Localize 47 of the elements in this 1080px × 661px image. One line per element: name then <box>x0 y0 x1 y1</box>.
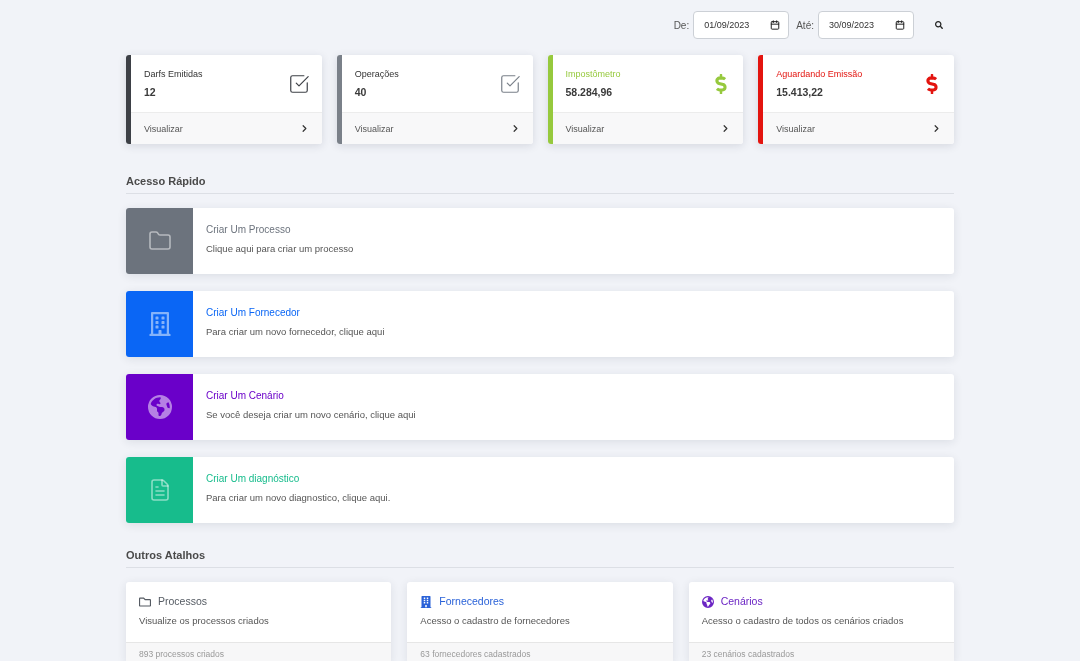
section-title: Acesso Rápido <box>126 175 206 188</box>
count-text: 893 processos criados <box>139 649 225 659</box>
checkbox-icon <box>287 72 310 95</box>
date-field[interactable]: 01/09/2023 <box>693 11 790 39</box>
view-link[interactable]: Visualizar <box>763 112 954 144</box>
shortcut-card[interactable]: Fornecedores Acesso o cadastro de fornecedores 63 fornecedores cadastrados <box>407 582 673 661</box>
stat-title: Impostômetro <box>565 69 621 80</box>
card-title: Cenários <box>720 595 763 608</box>
stat-title: Operações <box>354 69 399 80</box>
stat-value: 58.284,96 <box>565 86 613 98</box>
view-link[interactable]: Visualizar <box>552 112 744 144</box>
card-title: Processos <box>158 595 208 608</box>
quick-access-card[interactable]: Criar Um Processo Clique aqui para criar um processo <box>126 208 954 274</box>
shortcut-card[interactable]: Cenários Acesso o cadastro de todos os cenários criados 23 cenários cadastrados <box>688 582 954 661</box>
calendar-icon[interactable] <box>895 20 905 30</box>
quick-access-card[interactable]: Criar Um Cenário Se você deseja criar um novo cenário, clique aqui <box>126 374 954 440</box>
date-field[interactable]: 30/09/2023 <box>818 11 914 39</box>
shortcut-card[interactable]: Processos Visualize os processos criados 893 processos criados <box>126 582 392 661</box>
card-title: Criar Um Cenário <box>206 388 284 402</box>
view-link[interactable]: Visualizar <box>341 112 533 144</box>
card-title: Fornecedores <box>439 595 505 608</box>
date-label: Até: <box>796 19 814 31</box>
card-description: Acesso o cadastro de fornecedores <box>420 615 570 626</box>
section-title: Outros Atalhos <box>126 549 206 562</box>
stat-title: Aguardando Emissão <box>776 69 863 80</box>
card-title: Criar Um Fornecedor <box>206 305 300 319</box>
view-link[interactable]: Visualizar <box>131 112 322 144</box>
card-description: Visualize os processos criados <box>139 615 269 626</box>
count-text: 63 fornecedores cadastrados <box>420 649 531 659</box>
card-description: Acesso o cadastro de todos os cenários criados <box>701 615 904 626</box>
quick-access-card[interactable]: Criar Um diagnóstico Para criar um novo diagnostico, clique aqui. <box>126 457 954 523</box>
checkbox-icon <box>498 72 521 95</box>
card-description: Para criar um novo fornecedor, clique aqui <box>206 325 385 337</box>
stat-value: 12 <box>144 86 156 98</box>
card-title: Criar Um diagnóstico <box>206 471 300 485</box>
stat-title: Darfs Emitidas <box>144 69 203 80</box>
card-description: Clique aqui para criar um processo <box>206 242 354 254</box>
quick-access-card[interactable]: Criar Um Fornecedor Para criar um novo fornecedor, clique aqui <box>126 291 954 357</box>
card-description: Se você deseja criar um novo cenário, clique aqui <box>206 408 416 420</box>
stat-value: 40 <box>354 86 367 98</box>
stat-value: 15.413,22 <box>776 86 823 98</box>
date-label: De: <box>673 19 690 31</box>
card-title: Criar Um Processo <box>206 222 291 236</box>
search-icon <box>935 21 943 29</box>
count-text: 23 cenários cadastrados <box>701 649 795 659</box>
card-description: Para criar um novo diagnostico, clique aqui. <box>206 491 391 503</box>
calendar-icon[interactable] <box>770 20 781 30</box>
